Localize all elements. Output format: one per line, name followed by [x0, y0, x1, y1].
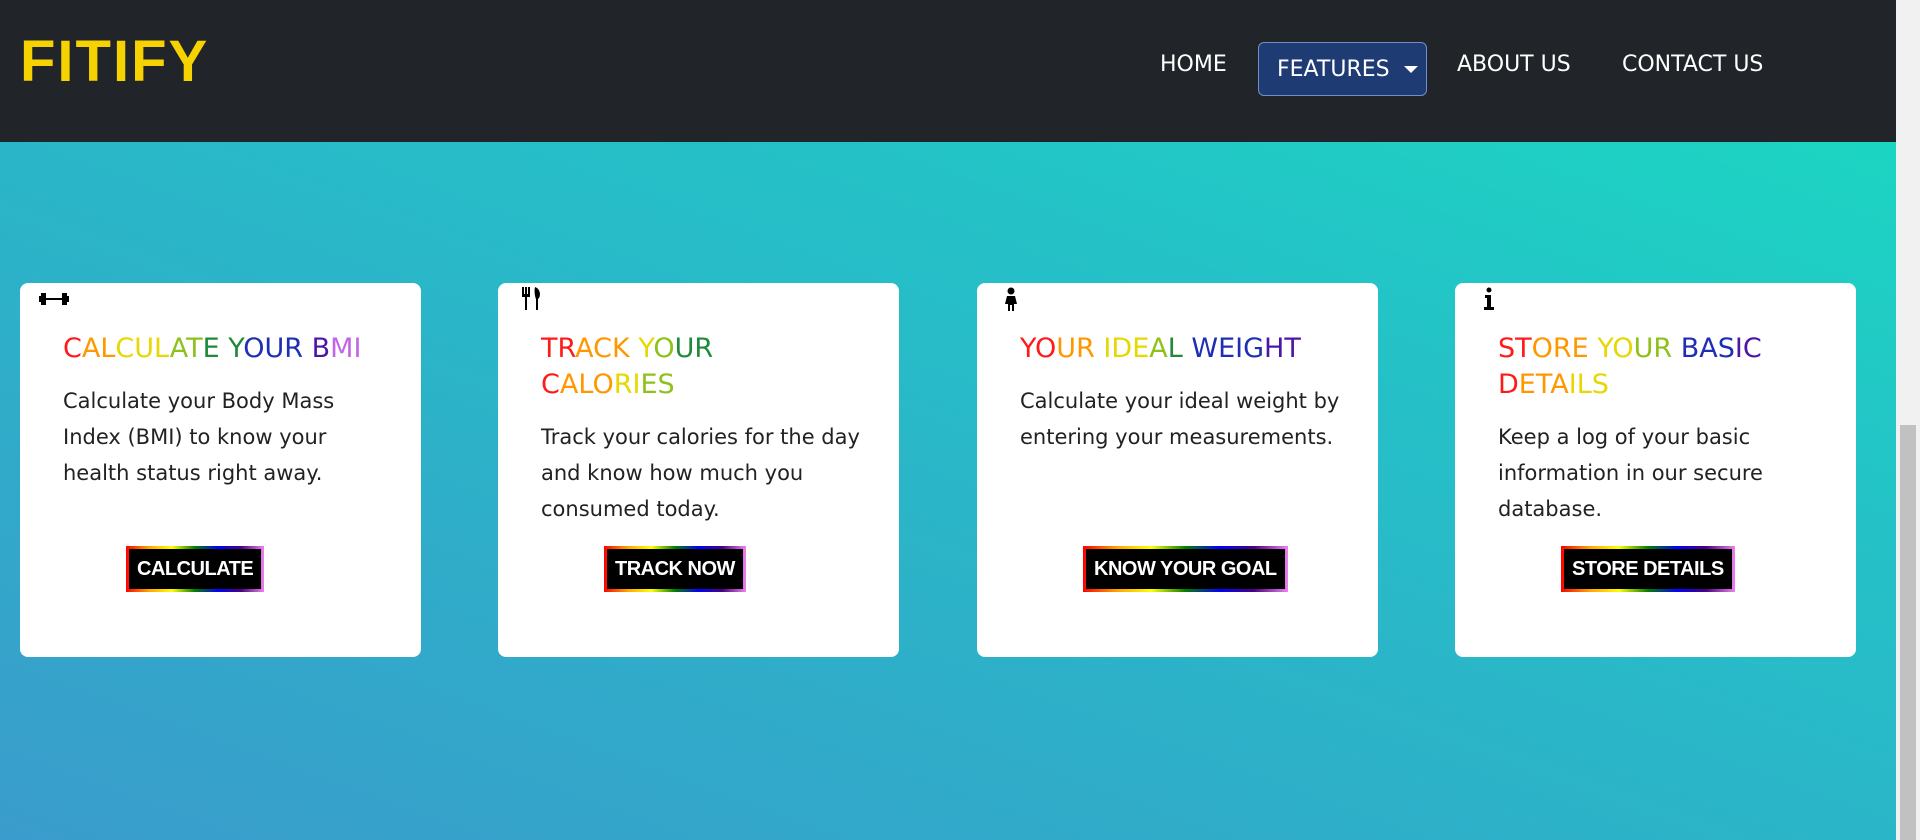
calculate-button-border: CALCULATE	[126, 546, 265, 592]
track-now-button-border: TRACK NOW	[604, 546, 746, 592]
feature-card-ideal-weight: YOUR IDEAL WEIGHT Calculate your ideal w…	[977, 283, 1378, 657]
card-title: TRACK YOUR CALORIES	[541, 333, 714, 400]
nav-features-label: FEATURES	[1277, 56, 1390, 82]
store-details-button[interactable]: STORE DETAILS	[1564, 549, 1732, 589]
person-icon	[995, 285, 1027, 313]
nav-contact-link[interactable]: CONTACT US	[1622, 52, 1763, 77]
scrollbar-thumb[interactable]	[1900, 425, 1916, 840]
nav-home-link[interactable]: HOME	[1160, 52, 1227, 77]
utensils-icon	[516, 285, 548, 313]
card-title: STORE YOUR BASIC DETAILS	[1498, 333, 1762, 400]
know-your-goal-button-border: KNOW YOUR GOAL	[1083, 546, 1288, 592]
card-description: Calculate your ideal weight by entering …	[1020, 389, 1340, 449]
brand-logo[interactable]: FITIFY	[20, 28, 209, 95]
navbar: FITIFY HOME FEATURES ABOUT US CONTACT US	[0, 0, 1896, 142]
card-title: YOUR IDEAL WEIGHT	[1020, 333, 1301, 364]
feature-card-calories: TRACK YOUR CALORIES Track your calories f…	[498, 283, 899, 657]
card-description: Track your calories for the day and know…	[541, 425, 860, 521]
track-now-button[interactable]: TRACK NOW	[607, 549, 743, 589]
nav-about-link[interactable]: ABOUT US	[1457, 52, 1571, 77]
feature-card-store-details: STORE YOUR BASIC DETAILS Keep a log of yo…	[1455, 283, 1856, 657]
card-description: Calculate your Body Mass Index (BMI) to …	[63, 389, 335, 485]
page-scrollbar[interactable]	[1896, 0, 1920, 840]
nav-features-dropdown[interactable]: FEATURES	[1258, 42, 1427, 96]
store-details-button-border: STORE DETAILS	[1561, 546, 1735, 592]
info-icon	[1473, 285, 1505, 313]
caret-down-icon	[1403, 65, 1418, 73]
know-your-goal-button[interactable]: KNOW YOUR GOAL	[1086, 549, 1285, 589]
calculate-button[interactable]: CALCULATE	[129, 549, 262, 589]
feature-card-bmi: CALCULATE YOUR BMI Calculate your Body M…	[20, 283, 421, 657]
dumbbell-icon	[38, 285, 70, 313]
card-title: CALCULATE YOUR BMI	[63, 333, 362, 364]
card-description: Keep a log of your basic information in …	[1498, 425, 1763, 521]
